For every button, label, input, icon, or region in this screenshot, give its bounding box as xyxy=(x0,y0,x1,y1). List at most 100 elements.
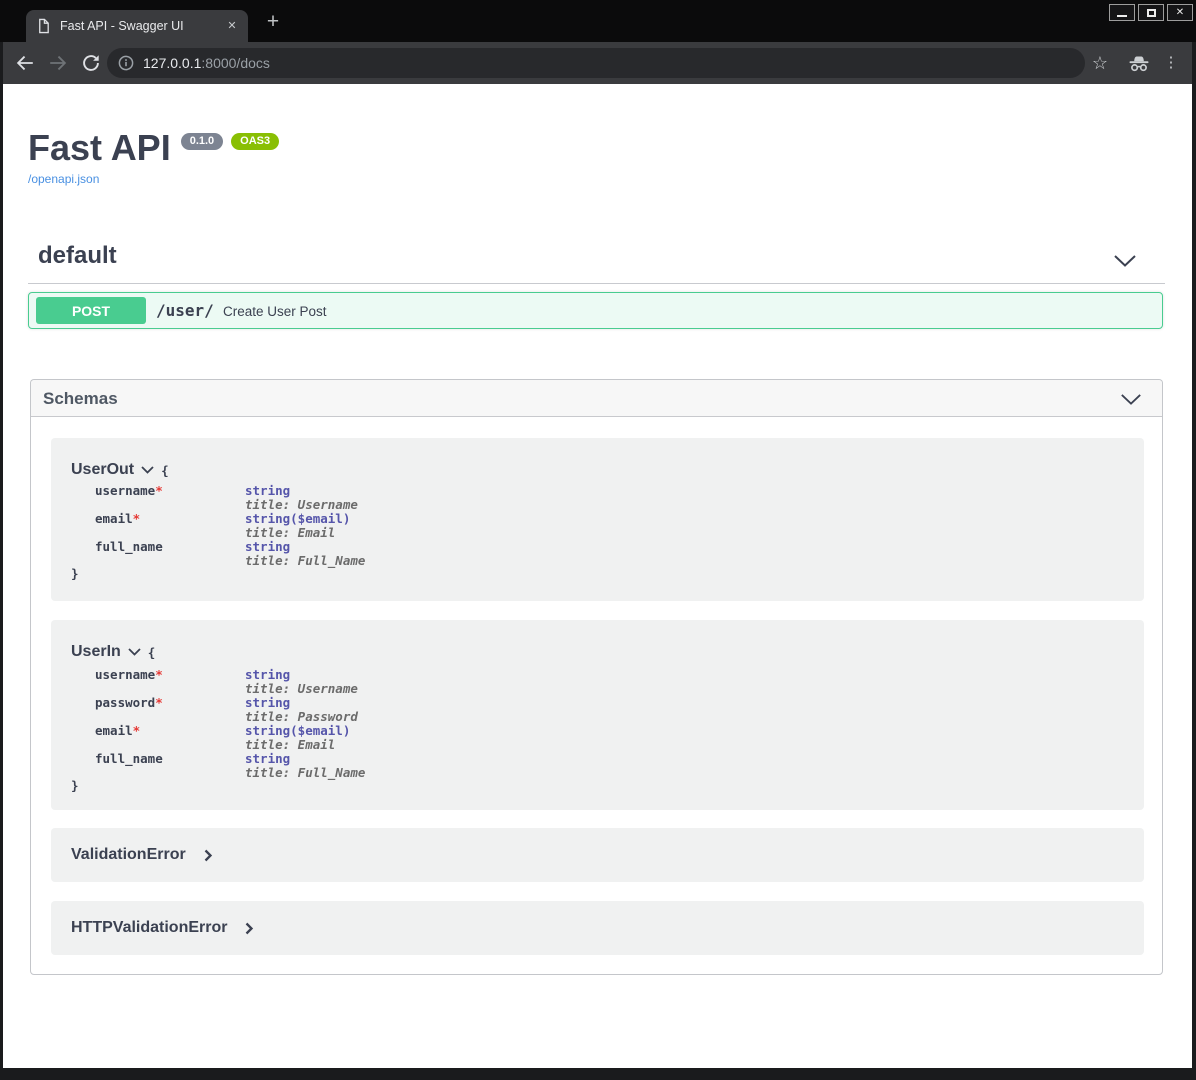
property-type: string($email) xyxy=(245,511,350,526)
operation-summary: Create User Post xyxy=(223,293,327,330)
incognito-icon xyxy=(1127,53,1151,73)
required-star: * xyxy=(155,667,163,682)
tag-divider xyxy=(28,283,1165,284)
property-def: stringtitle: Password xyxy=(245,696,358,724)
chevron-down-icon xyxy=(128,648,141,656)
model-validationerror[interactable]: ValidationError xyxy=(51,828,1144,882)
swagger-page: Fast API 0.1.0 OAS3 /openapi.json defaul… xyxy=(3,84,1192,1068)
oas3-badge: OAS3 xyxy=(231,133,279,150)
browser-toolbar: 127.0.0.1:8000/docs ☆ ⋮ xyxy=(3,42,1192,84)
property-title: title: Password xyxy=(245,709,358,724)
property-title: title: Username xyxy=(245,681,358,696)
bookmark-star-icon[interactable]: ☆ xyxy=(1089,42,1111,84)
model-httpvalidationerror[interactable]: HTTPValidationError xyxy=(51,901,1144,955)
model-validationerror-toggle: ValidationError xyxy=(51,828,1144,882)
property-row: full_name stringtitle: Full_Name xyxy=(95,752,365,780)
property-name: email* xyxy=(95,512,245,540)
minimize-icon xyxy=(1117,15,1127,17)
url-path: :8000/docs xyxy=(201,55,270,71)
api-title: Fast API xyxy=(28,128,171,168)
maximize-icon xyxy=(1147,9,1156,17)
property-name: password* xyxy=(95,696,245,724)
required-star: * xyxy=(133,511,141,526)
operation-path: /user/ xyxy=(156,293,214,330)
url-text: 127.0.0.1:8000/docs xyxy=(143,48,270,78)
close-brace: } xyxy=(71,566,79,581)
schemas-collapse-chevron-down-icon[interactable] xyxy=(1120,393,1142,406)
window-controls: ✕ xyxy=(1109,4,1193,21)
browser-menu-icon[interactable]: ⋮ xyxy=(1163,42,1179,84)
forward-icon[interactable] xyxy=(47,52,69,74)
property-name: username* xyxy=(95,484,245,512)
api-badges: 0.1.0 OAS3 xyxy=(181,133,279,150)
property-title: title: Full_Name xyxy=(245,553,365,568)
api-info: Fast API 0.1.0 OAS3 xyxy=(28,128,279,168)
chevron-down-icon xyxy=(141,466,154,474)
back-icon[interactable] xyxy=(14,52,36,74)
model-userout-toggle[interactable]: UserOut { xyxy=(71,461,169,479)
property-def: string($email)title: Email xyxy=(245,724,350,752)
tag-default-heading[interactable]: default xyxy=(38,242,117,270)
model-userin: UserIn { username* stringtitle: Username… xyxy=(51,620,1144,810)
property-row: email* string($email)title: Email xyxy=(95,724,365,752)
close-brace: } xyxy=(71,778,79,793)
property-row: username* stringtitle: Username xyxy=(95,484,365,512)
property-def: string($email)title: Email xyxy=(245,512,350,540)
property-type: string xyxy=(245,539,290,554)
new-tab-button[interactable]: + xyxy=(260,9,286,35)
property-name: full_name xyxy=(95,752,245,780)
property-title: title: Full_Name xyxy=(245,765,365,780)
post-method-badge: POST xyxy=(36,297,146,324)
model-properties: username* stringtitle: Username password… xyxy=(95,668,365,780)
page-document-icon xyxy=(36,18,51,34)
property-row: password* stringtitle: Password xyxy=(95,696,365,724)
maximize-button[interactable] xyxy=(1138,4,1164,21)
address-bar[interactable]: 127.0.0.1:8000/docs xyxy=(107,48,1085,78)
close-button[interactable]: ✕ xyxy=(1167,4,1193,21)
site-info-icon[interactable] xyxy=(118,55,134,71)
version-badge: 0.1.0 xyxy=(181,133,223,150)
property-title: title: Email xyxy=(245,525,335,540)
model-userin-toggle[interactable]: UserIn { xyxy=(71,643,155,661)
model-userout: UserOut { username* stringtitle: Usernam… xyxy=(51,438,1144,601)
open-brace: { xyxy=(161,463,169,478)
url-host: 127.0.0.1 xyxy=(143,55,201,71)
property-name: email* xyxy=(95,724,245,752)
required-star: * xyxy=(133,723,141,738)
property-def: stringtitle: Username xyxy=(245,668,358,696)
property-type: string($email) xyxy=(245,723,350,738)
model-properties: username* stringtitle: Username email* s… xyxy=(95,484,365,568)
property-def: stringtitle: Full_Name xyxy=(245,752,365,780)
required-star: * xyxy=(155,695,163,710)
required-star: * xyxy=(155,483,163,498)
property-type: string xyxy=(245,695,290,710)
property-row: email* string($email)title: Email xyxy=(95,512,365,540)
schemas-header[interactable]: Schemas xyxy=(31,380,1162,417)
model-name: UserOut xyxy=(71,461,134,479)
reload-icon[interactable] xyxy=(81,53,101,73)
model-name: UserIn xyxy=(71,643,121,661)
property-row: full_name stringtitle: Full_Name xyxy=(95,540,365,568)
window-titlebar: Fast API - Swagger UI ✕ + ✕ xyxy=(0,0,1196,42)
property-name: username* xyxy=(95,668,245,696)
property-name: full_name xyxy=(95,540,245,568)
post-user-operation[interactable]: POST /user/ Create User Post xyxy=(28,292,1163,329)
chevron-right-icon xyxy=(204,849,213,862)
openapi-json-link[interactable]: /openapi.json xyxy=(28,172,99,186)
property-type: string xyxy=(245,667,290,682)
model-name: ValidationError xyxy=(71,846,186,864)
tab-close-icon[interactable]: ✕ xyxy=(224,18,240,34)
model-httpvalidationerror-toggle: HTTPValidationError xyxy=(51,901,1144,955)
open-brace: { xyxy=(148,645,156,660)
minimize-button[interactable] xyxy=(1109,4,1135,21)
property-row: username* stringtitle: Username xyxy=(95,668,365,696)
model-name: HTTPValidationError xyxy=(71,919,227,937)
chevron-right-icon xyxy=(245,922,254,935)
schemas-title: Schemas xyxy=(43,380,118,417)
browser-tab[interactable]: Fast API - Swagger UI ✕ xyxy=(26,10,248,42)
tag-collapse-chevron-down-icon[interactable] xyxy=(1113,254,1137,268)
property-def: stringtitle: Full_Name xyxy=(245,540,365,568)
tab-title: Fast API - Swagger UI xyxy=(60,10,184,42)
property-def: stringtitle: Username xyxy=(245,484,358,512)
property-title: title: Email xyxy=(245,737,335,752)
